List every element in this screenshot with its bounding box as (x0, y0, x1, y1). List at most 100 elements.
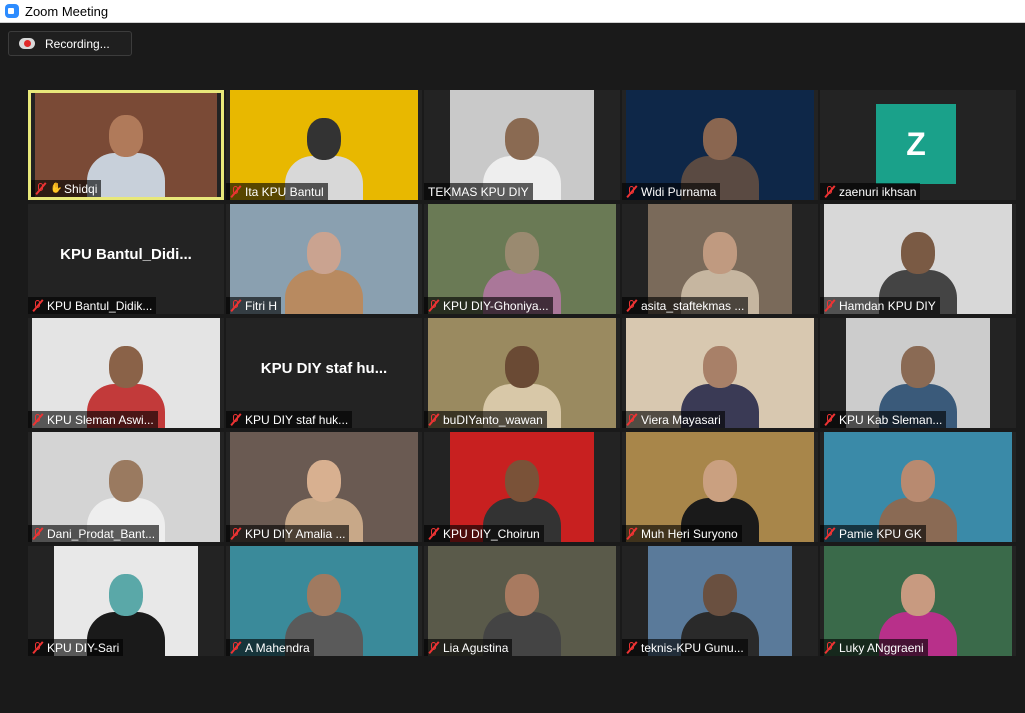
silhouette-head (901, 346, 935, 388)
silhouette-head (505, 460, 539, 502)
silhouette-head (703, 118, 737, 160)
participant-tile[interactable]: Pamie KPU GK (820, 432, 1016, 542)
microphone-muted-icon (823, 641, 836, 654)
silhouette-body (285, 270, 363, 314)
microphone-muted-icon (823, 299, 836, 312)
silhouette-head (703, 460, 737, 502)
participant-name: KPU Bantul_Didik... (47, 298, 153, 313)
participant-name: Ita KPU Bantul (245, 184, 324, 199)
participant-nameplate: Lia Agustina (424, 639, 513, 656)
participant-nameplate: Luky ANggraeni (820, 639, 928, 656)
participant-nameplate: Muh Heri Suryono (622, 525, 742, 542)
silhouette-head (703, 346, 737, 388)
participant-name: KPU DIY-Ghoniya... (443, 298, 549, 313)
participant-name: Lia Agustina (443, 640, 509, 655)
participant-nameplate: KPU Bantul_Didik... (28, 297, 157, 314)
microphone-muted-icon (229, 641, 242, 654)
record-cloud-icon (19, 38, 35, 49)
participant-name: teknis-KPU Gunu... (641, 640, 744, 655)
participant-nameplate: asita_staftekmas ... (622, 297, 749, 314)
participant-tile[interactable]: Widi Purnama (622, 90, 818, 200)
participant-tile[interactable]: KPU DIY Amalia ... (226, 432, 422, 542)
participant-nameplate: KPU DIY_Choirun (424, 525, 544, 542)
participant-tile[interactable]: Ita KPU Bantul (226, 90, 422, 200)
participant-name: TEKMAS KPU DIY (428, 184, 529, 199)
participant-tile[interactable]: ✋ Shidqi (28, 90, 224, 200)
participant-nameplate: KPU Sleman Aswi... (28, 411, 158, 428)
silhouette-head (901, 460, 935, 502)
silhouette-head (307, 460, 341, 502)
participant-tile[interactable]: Hamdan KPU DIY (820, 204, 1016, 314)
participant-tile[interactable]: Dani_Prodat_Bant... (28, 432, 224, 542)
participant-tile[interactable]: KPU Sleman Aswi... (28, 318, 224, 428)
participant-nameplate: KPU DIY Amalia ... (226, 525, 350, 542)
microphone-muted-icon (31, 527, 44, 540)
participant-nameplate: Ita KPU Bantul (226, 183, 328, 200)
participant-name: zaenuri ikhsan (839, 184, 917, 199)
window-titlebar: Zoom Meeting (0, 0, 1025, 23)
silhouette-head (703, 574, 737, 616)
participant-tile[interactable]: KPU DIY staf hu... KPU DIY staf huk... (226, 318, 422, 428)
participant-nameplate: TEKMAS KPU DIY (424, 183, 533, 200)
participant-tile[interactable]: KPU DIY-Sari (28, 546, 224, 656)
silhouette-head (109, 115, 143, 157)
participant-name: KPU DIY_Choirun (443, 526, 540, 541)
microphone-muted-icon (823, 413, 836, 426)
participant-nameplate: Hamdan KPU DIY (820, 297, 940, 314)
participant-name: Shidqi (64, 181, 98, 196)
participant-nameplate: Widi Purnama (622, 183, 721, 200)
microphone-muted-icon (229, 527, 242, 540)
silhouette-head (703, 232, 737, 274)
microphone-muted-icon (34, 182, 47, 195)
participant-nameplate: KPU DIY-Ghoniya... (424, 297, 553, 314)
meeting-stage: Recording... ✋ Shidqi Ita KPU Bantul TEKMAS… (0, 23, 1025, 713)
participant-name: KPU DIY Amalia ... (245, 526, 346, 541)
microphone-muted-icon (229, 299, 242, 312)
participant-tile[interactable]: Muh Heri Suryono (622, 432, 818, 542)
participant-tile[interactable]: KPU Kab Sleman... (820, 318, 1016, 428)
participant-avatar: Z (876, 104, 956, 184)
recording-label: Recording... (45, 36, 110, 51)
raised-hand-icon: ✋ (50, 182, 63, 194)
participant-nameplate: A Mahendra (226, 639, 314, 656)
participant-tile[interactable]: KPU Bantul_Didi... KPU Bantul_Didik... (28, 204, 224, 314)
microphone-muted-icon (229, 185, 242, 198)
participant-tile[interactable]: Fitri H (226, 204, 422, 314)
participant-name: Pamie KPU GK (839, 526, 922, 541)
silhouette-head (109, 346, 143, 388)
silhouette-head (901, 232, 935, 274)
microphone-muted-icon (625, 641, 638, 654)
microphone-muted-icon (625, 299, 638, 312)
microphone-muted-icon (823, 185, 836, 198)
participant-tile[interactable]: Viera Mayasari (622, 318, 818, 428)
participant-name: Fitri H (245, 298, 277, 313)
participant-tile[interactable]: asita_staftekmas ... (622, 204, 818, 314)
participant-tile[interactable]: Zzaenuri ikhsan (820, 90, 1016, 200)
participant-nameplate: KPU Kab Sleman... (820, 411, 947, 428)
participant-tile[interactable]: A Mahendra (226, 546, 422, 656)
microphone-muted-icon (31, 413, 44, 426)
participant-tile[interactable]: KPU DIY-Ghoniya... (424, 204, 620, 314)
participant-silhouette (285, 232, 363, 314)
microphone-muted-icon (427, 413, 440, 426)
participant-tile[interactable]: KPU DIY_Choirun (424, 432, 620, 542)
participant-tile[interactable]: Lia Agustina (424, 546, 620, 656)
participant-name: Dani_Prodat_Bant... (47, 526, 156, 541)
recording-indicator[interactable]: Recording... (8, 31, 132, 56)
participant-tile[interactable]: teknis-KPU Gunu... (622, 546, 818, 656)
window-title: Zoom Meeting (25, 3, 109, 19)
participant-nameplate: KPU DIY-Sari (28, 639, 124, 656)
participant-tile[interactable]: Luky ANggraeni (820, 546, 1016, 656)
microphone-muted-icon (31, 299, 44, 312)
microphone-muted-icon (625, 413, 638, 426)
participant-tile[interactable]: TEKMAS KPU DIY (424, 90, 620, 200)
participant-name: KPU DIY-Sari (47, 640, 120, 655)
participant-display-name: KPU DIY staf hu... (260, 360, 388, 377)
silhouette-head (505, 346, 539, 388)
participant-nameplate: ✋ Shidqi (31, 180, 102, 197)
participant-name: A Mahendra (245, 640, 310, 655)
participant-tile[interactable]: buDIYanto_wawan (424, 318, 620, 428)
participant-display-name: KPU Bantul_Didi... (60, 246, 192, 263)
participant-name: Luky ANggraeni (839, 640, 924, 655)
microphone-muted-icon (823, 527, 836, 540)
